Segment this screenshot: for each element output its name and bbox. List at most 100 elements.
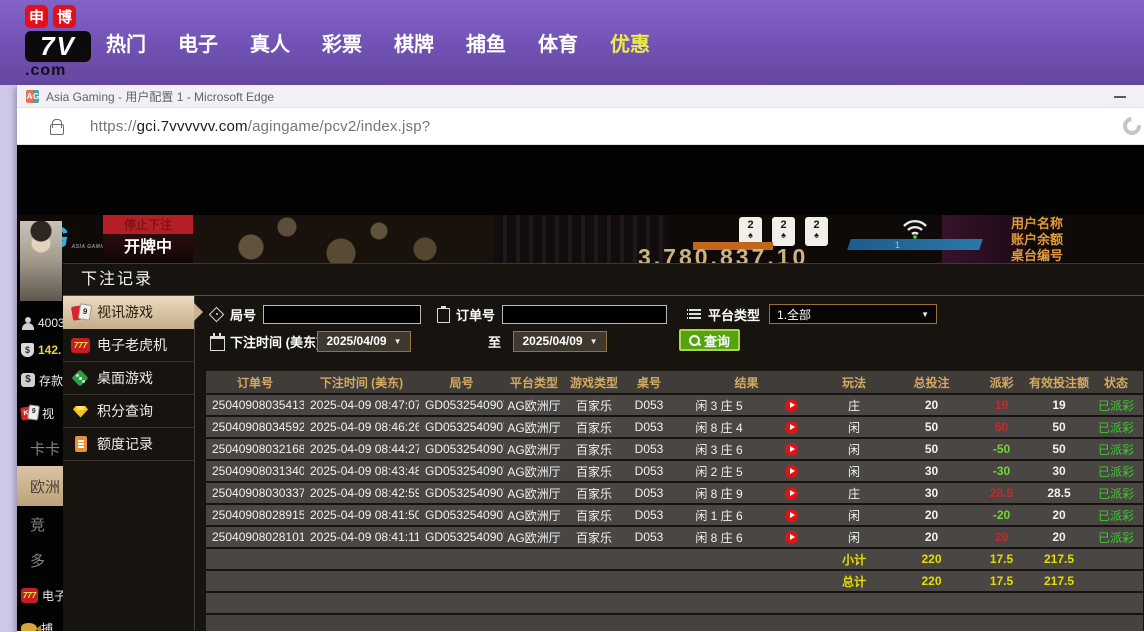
replay-button[interactable] bbox=[785, 465, 798, 478]
jackpot-amount: 3,780,837.10 bbox=[638, 244, 808, 263]
bet-records-dialog: 下注记录 视讯游戏 电子老虎机 桌面游戏 bbox=[63, 263, 1144, 631]
bet-table: 订单号 下注时间 (美东) 局号 平台类型 游戏类型 桌号 结果 玩法 总投注 … bbox=[206, 371, 1143, 631]
nav-item-boardgames[interactable]: 棋牌 bbox=[394, 28, 434, 57]
sidebar-item-quota[interactable]: 额度记录 bbox=[63, 428, 194, 461]
round-label: 局号 bbox=[230, 305, 256, 324]
replay-button[interactable] bbox=[785, 487, 798, 500]
to-label: 至 bbox=[488, 332, 501, 351]
strip-tab-video[interactable]: 视 bbox=[17, 396, 63, 430]
replay-button[interactable] bbox=[785, 399, 798, 412]
total-row: 总计 220 17.5 217.5 bbox=[206, 571, 1143, 591]
avatar bbox=[20, 221, 62, 301]
logo-com: .com bbox=[25, 62, 91, 80]
empty-row bbox=[206, 593, 1143, 613]
nav-item-promo[interactable]: 优惠 bbox=[610, 28, 650, 57]
table-number-label: 桌台编号 bbox=[1011, 248, 1063, 263]
status-dealing: 开牌中 bbox=[103, 234, 193, 263]
url-text[interactable]: https://gci.7vvvvvv.com/agingame/pcv2/in… bbox=[90, 118, 430, 135]
balance-label: 账户余额 bbox=[1011, 232, 1063, 248]
deposit-button[interactable]: $ 存款 bbox=[17, 364, 63, 396]
username-label: 用户名称 bbox=[1011, 216, 1063, 232]
table-row: 250409080313403 2025-04-09 08:43:48 GD05… bbox=[206, 461, 1143, 481]
dialog-title: 下注记录 bbox=[63, 264, 1144, 296]
replay-button[interactable] bbox=[785, 531, 798, 544]
dialog-sidebar: 视讯游戏 电子老虎机 桌面游戏 积分查询 bbox=[63, 296, 195, 631]
coin-icon: $ bbox=[21, 373, 35, 387]
site-logo[interactable]: 申 博 7V .com bbox=[25, 5, 91, 80]
table-row: 250409080321689 2025-04-09 08:44:27 GD05… bbox=[206, 439, 1143, 459]
user-id-row: 4003 bbox=[17, 310, 63, 336]
table-row: 250409080345929 2025-04-09 08:46:26 GD05… bbox=[206, 417, 1143, 437]
minimize-icon[interactable] bbox=[1114, 96, 1126, 98]
table-row: 250409080354136 2025-04-09 08:47:07 GD05… bbox=[206, 395, 1143, 415]
order-number-input[interactable] bbox=[502, 305, 667, 324]
signal-number: 1 bbox=[895, 240, 900, 250]
nav-item-lottery[interactable]: 彩票 bbox=[322, 28, 362, 57]
magnifier-icon bbox=[689, 335, 700, 346]
strip-tab-sports[interactable]: 竞 bbox=[17, 506, 63, 542]
money-bag-icon: $ bbox=[21, 343, 34, 357]
player-bar bbox=[847, 239, 983, 250]
logo-badge-shen: 申 bbox=[25, 5, 48, 28]
slot-777-icon bbox=[71, 337, 90, 354]
date-to-select[interactable]: 2025/04/09 ▼ bbox=[513, 331, 607, 352]
bet-table-rows: 250409080354136 2025-04-09 08:47:07 GD05… bbox=[206, 395, 1143, 547]
casino-wallpaper bbox=[189, 215, 494, 263]
date-from-select[interactable]: 2025/04/09 ▼ bbox=[317, 331, 411, 352]
casino-scene-band: AGASIA GAMING 停止下注 开牌中 2♠ 2♠ 2♠ 3,780,83… bbox=[17, 215, 1144, 263]
window-title: Asia Gaming - 用户配置 1 - Microsoft Edge bbox=[46, 88, 274, 105]
sidebar-item-slots[interactable]: 电子老虎机 bbox=[63, 329, 194, 362]
strip-tab-card[interactable]: 卡卡 bbox=[17, 430, 63, 466]
refresh-spinner-icon[interactable] bbox=[1119, 113, 1144, 138]
fish-icon bbox=[21, 623, 37, 632]
empty-block bbox=[206, 615, 1143, 631]
table-row: 250409080289154 2025-04-09 08:41:50 GD05… bbox=[206, 505, 1143, 525]
sidebar-item-live-games[interactable]: 视讯游戏 bbox=[63, 296, 194, 329]
wifi-icon bbox=[901, 217, 929, 239]
platform-type-label: 平台类型 bbox=[708, 305, 760, 324]
clipboard-icon bbox=[435, 306, 451, 322]
account-info-labels: 用户名称 账户余额 桌台编号 bbox=[1011, 216, 1063, 263]
nav-item-fishing[interactable]: 捕鱼 bbox=[466, 28, 506, 57]
nav-item-live[interactable]: 真人 bbox=[250, 28, 290, 57]
replay-button[interactable] bbox=[785, 443, 798, 456]
playing-card: 2♠ bbox=[805, 217, 828, 246]
game-page: AGASIA GAMING 停止下注 开牌中 2♠ 2♠ 2♠ 3,780,83… bbox=[17, 145, 1144, 631]
logo-badge-bo: 博 bbox=[53, 5, 76, 28]
nav-item-sports[interactable]: 体育 bbox=[538, 28, 578, 57]
search-button[interactable]: 查询 bbox=[679, 329, 740, 351]
strip-tab-fishing[interactable]: 捕 bbox=[17, 612, 63, 631]
nav-item-hot[interactable]: 热门 bbox=[106, 28, 146, 57]
gem-icon bbox=[71, 403, 90, 420]
strip-tab-slots[interactable]: 777 电子 bbox=[17, 578, 63, 612]
sidebar-item-table-games[interactable]: 桌面游戏 bbox=[63, 362, 194, 395]
cards-icon bbox=[71, 304, 90, 321]
window-title-bar[interactable]: AG Asia Gaming - 用户配置 1 - Microsoft Edge bbox=[17, 85, 1144, 108]
dice-icon bbox=[71, 370, 90, 387]
sidebar-item-points[interactable]: 积分查询 bbox=[63, 395, 194, 428]
cards-icon bbox=[21, 405, 38, 421]
platform-type-select[interactable]: 1.全部 ▼ bbox=[769, 304, 937, 324]
site-header: 申 博 7V .com 热门 电子 真人 彩票 棋牌 捕鱼 体育 优惠 bbox=[0, 0, 1144, 85]
slot-777-icon: 777 bbox=[21, 588, 38, 603]
table-row: 250409080281017 2025-04-09 08:41:11 GD05… bbox=[206, 527, 1143, 547]
lock-icon[interactable] bbox=[50, 119, 63, 134]
bet-time-label: 下注时间 (美东) bbox=[230, 332, 320, 351]
chevron-down-icon: ▼ bbox=[394, 337, 402, 346]
strip-tab-multi[interactable]: 多 bbox=[17, 542, 63, 578]
subtotal-row: 小计 220 17.5 217.5 bbox=[206, 549, 1143, 569]
order-label: 订单号 bbox=[456, 305, 495, 324]
round-number-input[interactable] bbox=[263, 305, 421, 324]
list-icon bbox=[687, 306, 703, 322]
edge-window: AG Asia Gaming - 用户配置 1 - Microsoft Edge… bbox=[17, 85, 1144, 632]
url-bar[interactable]: https://gci.7vvvvvv.com/agingame/pcv2/in… bbox=[17, 108, 1144, 145]
round-status-box: 停止下注 开牌中 bbox=[103, 215, 193, 263]
tag-icon bbox=[209, 306, 225, 322]
replay-button[interactable] bbox=[785, 421, 798, 434]
strip-tab-europe[interactable]: 欧洲 bbox=[17, 466, 63, 506]
replay-button[interactable] bbox=[785, 509, 798, 522]
table-row: 250409080303379 2025-04-09 08:42:59 GD05… bbox=[206, 483, 1143, 503]
site-nav: 热门 电子 真人 彩票 棋牌 捕鱼 体育 优惠 bbox=[106, 0, 650, 85]
dialog-main: 局号 订单号 平台类型 1.全部 ▼ bbox=[195, 296, 1144, 631]
nav-item-slots[interactable]: 电子 bbox=[178, 28, 218, 57]
